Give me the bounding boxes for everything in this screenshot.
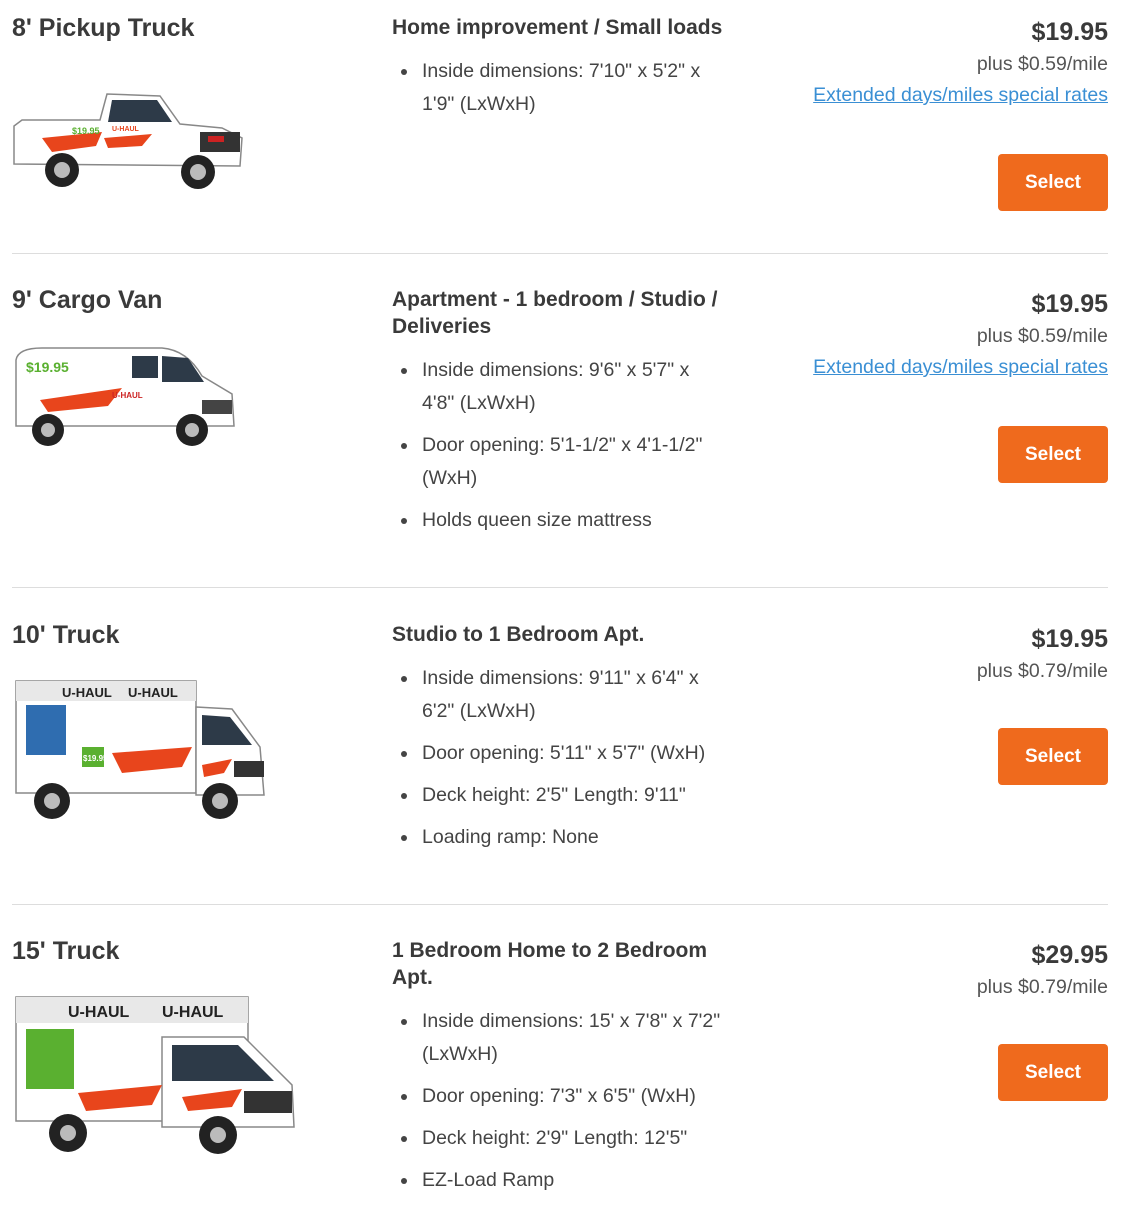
- uhaul-decal: U-HAUL: [112, 126, 140, 133]
- price-decal: $19.95: [72, 126, 100, 136]
- select-button[interactable]: Select: [998, 728, 1108, 785]
- feature-list: Inside dimensions: 15' x 7'8" x 7'2" (Lx…: [392, 1005, 727, 1197]
- select-button[interactable]: Select: [998, 426, 1108, 483]
- base-price: $19.95: [1031, 290, 1108, 318]
- base-price: $29.95: [1031, 941, 1108, 969]
- feature-item: Loading ramp: None: [392, 821, 727, 854]
- row-divider: [12, 587, 1108, 588]
- base-price: $19.95: [1031, 625, 1108, 653]
- base-price: $19.95: [1031, 18, 1108, 46]
- vehicle-use-title: 1 Bedroom Home to 2 Bedroom Apt.: [392, 939, 708, 989]
- row-divider: [12, 253, 1108, 254]
- feature-item: Inside dimensions: 7'10" x 5'2" x 1'9" (…: [392, 55, 727, 121]
- row-divider: [12, 904, 1108, 905]
- feature-list: Inside dimensions: 9'6" x 5'7" x 4'8" (L…: [392, 354, 727, 537]
- uhaul-decal: U-HAUL: [162, 1004, 224, 1021]
- uhaul-decal: U-HAUL: [128, 685, 178, 700]
- vehicle-name: 8' Pickup Truck: [12, 14, 195, 42]
- feature-list: Inside dimensions: 7'10" x 5'2" x 1'9" (…: [392, 55, 727, 121]
- vehicle-description: Home improvement / Small loads Inside di…: [392, 14, 727, 130]
- vehicle-row-cargo-van: 9' Cargo Van $19.95 U-HAUL Apartment - 1…: [12, 286, 1108, 546]
- pickup-truck-image[interactable]: $19.95 U-HAUL: [12, 76, 248, 196]
- uhaul-decal: U-HAUL: [68, 1004, 130, 1021]
- select-button[interactable]: Select: [998, 1044, 1108, 1101]
- feature-item: Deck height: 2'5" Length: 9'11": [392, 779, 727, 812]
- feature-item: Door opening: 5'11" x 5'7" (WxH): [392, 737, 727, 770]
- feature-item: Inside dimensions: 9'6" x 5'7" x 4'8" (L…: [392, 354, 727, 420]
- feature-item: Inside dimensions: 15' x 7'8" x 7'2" (Lx…: [392, 1005, 727, 1071]
- vehicle-row-pickup: 8' Pickup Truck $19.95 U-HAUL Home impro…: [12, 14, 1108, 239]
- feature-item: Door opening: 7'3" x 6'5" (WxH): [392, 1080, 727, 1113]
- vehicle-row-15ft-truck: 15' Truck U-HAUL U-HAUL 1 Bedroom Home t…: [12, 937, 1108, 1197]
- price-block: $19.95 plus $0.59/mile Extended days/mil…: [748, 286, 1108, 380]
- uhaul-decal: U-HAUL: [62, 685, 112, 700]
- uhaul-decal: U-HAUL: [112, 391, 143, 400]
- price-decal: $19.95: [26, 359, 69, 375]
- vehicle-name: 10' Truck: [12, 621, 120, 649]
- feature-item: Holds queen size mattress: [392, 504, 727, 537]
- price-block: $19.95 plus $0.79/mile: [748, 621, 1108, 684]
- vehicle-name: 9' Cargo Van: [12, 286, 163, 314]
- price-decal: $19.95: [83, 754, 108, 763]
- vehicle-row-10ft-truck: 10' Truck U-HAUL U-HAUL $19.95 Studio to…: [12, 621, 1108, 881]
- feature-item: Door opening: 5'1-1/2" x 4'1-1/2" (WxH): [392, 429, 727, 495]
- mileage-rate: plus $0.79/mile: [976, 660, 1108, 682]
- cargo-van-image[interactable]: $19.95 U-HAUL: [12, 342, 238, 454]
- vehicle-use-title: Home improvement / Small loads: [392, 16, 723, 39]
- feature-item: EZ-Load Ramp: [392, 1164, 727, 1197]
- feature-item: Inside dimensions: 9'11" x 6'4" x 6'2" (…: [392, 662, 727, 728]
- price-block: $29.95 plus $0.79/mile: [748, 937, 1108, 1000]
- select-button[interactable]: Select: [998, 154, 1108, 211]
- feature-list: Inside dimensions: 9'11" x 6'4" x 6'2" (…: [392, 662, 727, 854]
- mileage-rate: plus $0.79/mile: [976, 976, 1108, 998]
- 10ft-truck-image[interactable]: U-HAUL U-HAUL $19.95: [12, 677, 270, 827]
- vehicle-description: Apartment - 1 bedroom / Studio / Deliver…: [392, 286, 727, 546]
- vehicle-description: Studio to 1 Bedroom Apt. Inside dimensio…: [392, 621, 727, 863]
- mileage-rate: plus $0.59/mile: [976, 53, 1108, 75]
- extended-rates-link[interactable]: Extended days/miles special rates: [813, 82, 1108, 108]
- vehicle-description: 1 Bedroom Home to 2 Bedroom Apt. Inside …: [392, 937, 727, 1206]
- vehicle-use-title: Apartment - 1 bedroom / Studio / Deliver…: [392, 288, 718, 338]
- 15ft-truck-image[interactable]: U-HAUL U-HAUL: [12, 993, 298, 1159]
- vehicle-name: 15' Truck: [12, 937, 120, 965]
- price-block: $19.95 plus $0.59/mile Extended days/mil…: [748, 14, 1108, 108]
- vehicle-use-title: Studio to 1 Bedroom Apt.: [392, 623, 645, 646]
- feature-item: Deck height: 2'9" Length: 12'5": [392, 1122, 727, 1155]
- extended-rates-link[interactable]: Extended days/miles special rates: [813, 354, 1108, 380]
- mileage-rate: plus $0.59/mile: [976, 325, 1108, 347]
